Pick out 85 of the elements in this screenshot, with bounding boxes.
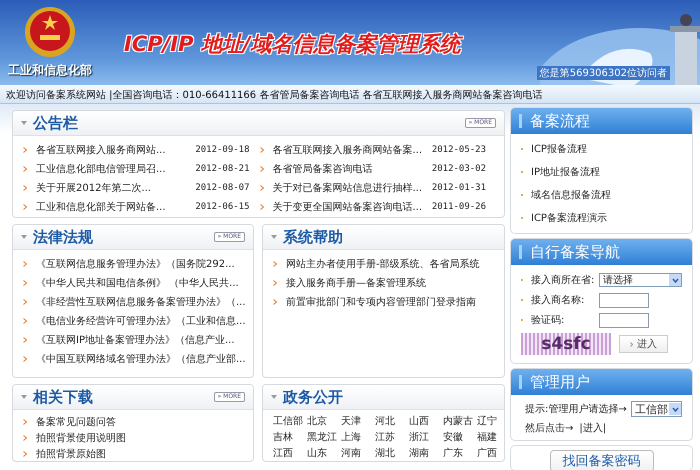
article-date: 2012-09-18 (195, 144, 250, 154)
panel-title: 政务公开 (283, 388, 343, 406)
text-field[interactable] (599, 292, 649, 308)
field-label: 接入商所在省: (531, 274, 591, 287)
ministry-name: 工业和信息化部 (8, 62, 92, 79)
hint-text: 提示:管理用户请选择→ (525, 402, 627, 416)
article-link[interactable]: 关于开展2012年第二次... (36, 180, 151, 194)
article-link[interactable]: 备案常见问题问答 (36, 414, 116, 428)
article-date: 2012-03-02 (432, 164, 487, 174)
region-link[interactable]: 山西 (409, 414, 437, 428)
article-date: 2012-05-23 (432, 144, 487, 154)
process-link[interactable]: ICP报备流程 (531, 142, 587, 156)
collapse-triangle-icon (21, 121, 27, 125)
article-link[interactable]: 接入服务商手册—备案管理系统 (286, 276, 426, 290)
article-link[interactable]: 网站主办者使用手册-部级系统、各省局系统 (286, 256, 480, 270)
article-link[interactable]: 工业和信息化部关于网站备... (36, 200, 166, 214)
article-link[interactable]: 《电信业务经营许可管理办法》（工业和信息... (36, 314, 246, 328)
process-link[interactable]: IP地址报备流程 (531, 165, 600, 179)
region-link[interactable]: 黑龙江 (307, 430, 335, 444)
article-date: 2012-06-15 (195, 202, 250, 212)
region-link[interactable]: 湖南 (409, 446, 437, 460)
recover-password-button[interactable]: 找回备案密码 (550, 450, 654, 470)
article-link[interactable]: 工业信息化部电信管理局召... (36, 162, 166, 176)
collapse-triangle-icon (21, 235, 27, 239)
article-date: 2011-09-26 (432, 202, 487, 212)
region-link[interactable]: 吉林 (273, 430, 301, 444)
article-link[interactable]: 各省互联网接入服务商网站... (36, 142, 166, 156)
enter-button[interactable]: 进入 (619, 335, 668, 353)
region-link[interactable]: 内蒙古 (443, 414, 471, 428)
captcha-image: s4sfc (521, 333, 611, 355)
process-link[interactable]: 域名信息报备流程 (531, 188, 611, 202)
collapse-triangle-icon (271, 235, 277, 239)
collapse-triangle-icon (21, 395, 27, 399)
panel-title: 相关下载 (33, 388, 93, 406)
region-link[interactable]: 河北 (375, 414, 403, 428)
article-date: 2012-08-07 (195, 182, 250, 192)
region-link[interactable]: 北京 (307, 414, 335, 428)
region-link[interactable]: 广西 (477, 446, 504, 460)
hint-text: 然后点击→ (525, 422, 574, 435)
region-link[interactable]: 安徽 (443, 430, 471, 444)
region-link[interactable]: 湖北 (375, 446, 403, 460)
dropdown-caret-icon (672, 278, 678, 282)
visitor-count: 您是第569306302位访问者 (536, 66, 670, 80)
text-field[interactable] (599, 312, 649, 328)
enter-link[interactable]: |进入| (579, 421, 606, 435)
panel-title: 公告栏 (33, 114, 78, 132)
region-link[interactable]: 天津 (341, 414, 369, 428)
article-link[interactable]: 《互联网IP地址备案管理办法》（信息产业... (36, 332, 235, 346)
region-link[interactable]: 广东 (443, 446, 471, 460)
province-select[interactable]: 请选择 (599, 273, 682, 287)
article-link[interactable]: 《中华人民共和国电信条例》 （中华人民共... (36, 276, 239, 290)
emblem-icon (23, 5, 77, 59)
sidebar-header: 备案流程 (511, 108, 692, 134)
region-link[interactable]: 辽宁 (477, 414, 504, 428)
field-label: 接入商名称: (531, 294, 586, 307)
region-link[interactable]: 上海 (341, 430, 369, 444)
article-link[interactable]: 各省管局备案咨询电话 (272, 162, 372, 176)
dropdown-caret-icon (672, 406, 678, 412)
article-link[interactable]: 拍照背景使用说明图 (36, 430, 126, 444)
article-link[interactable]: 拍照背景原始图 (36, 446, 106, 460)
article-link[interactable]: 关于对已备案网站信息进行抽样... (272, 180, 422, 194)
region-link[interactable]: 福建 (477, 430, 504, 444)
article-link[interactable]: 《非经营性互联网信息服务备案管理办法》（... (36, 294, 246, 308)
region-link[interactable]: 江西 (273, 446, 301, 460)
process-link[interactable]: ICP备案流程演示 (531, 211, 607, 225)
collapse-triangle-icon (271, 395, 277, 399)
article-date: 2012-01-31 (432, 182, 487, 192)
sidebar-header: 管理用户 (511, 369, 692, 395)
article-link[interactable]: 关于变更全国网站备案咨询电话... (272, 200, 422, 214)
article-link[interactable]: 《互联网信息服务管理办法》（国务院292... (36, 256, 235, 270)
region-link[interactable]: 浙江 (409, 430, 437, 444)
article-link[interactable]: 《中国互联网络域名管理办法》（信息产业部... (36, 352, 246, 366)
panel-title: 系统帮助 (283, 228, 343, 246)
region-link[interactable]: 工信部 (273, 414, 301, 428)
region-link[interactable]: 江苏 (375, 430, 403, 444)
article-link[interactable]: 前置审批部门和专项内容管理部门登录指南 (286, 294, 476, 308)
article-date: 2012-08-21 (195, 164, 250, 174)
sidebar-header: 自行备案导航 (511, 239, 692, 265)
region-link[interactable]: 河南 (341, 446, 369, 460)
region-link[interactable]: 山东 (307, 446, 335, 460)
department-select[interactable]: 工信部 (630, 401, 682, 417)
article-link[interactable]: 各省互联网接入服务商网站备案... (272, 142, 422, 156)
panel-title: 法律法规 (33, 228, 93, 246)
field-label: 验证码: (531, 314, 566, 327)
welcome-text: 欢迎访问备案系统网站 |全国咨询电话：010-66411166 各省管局备案咨询电话 各省互联网接入服务商网站备案咨询电话 (6, 90, 542, 101)
